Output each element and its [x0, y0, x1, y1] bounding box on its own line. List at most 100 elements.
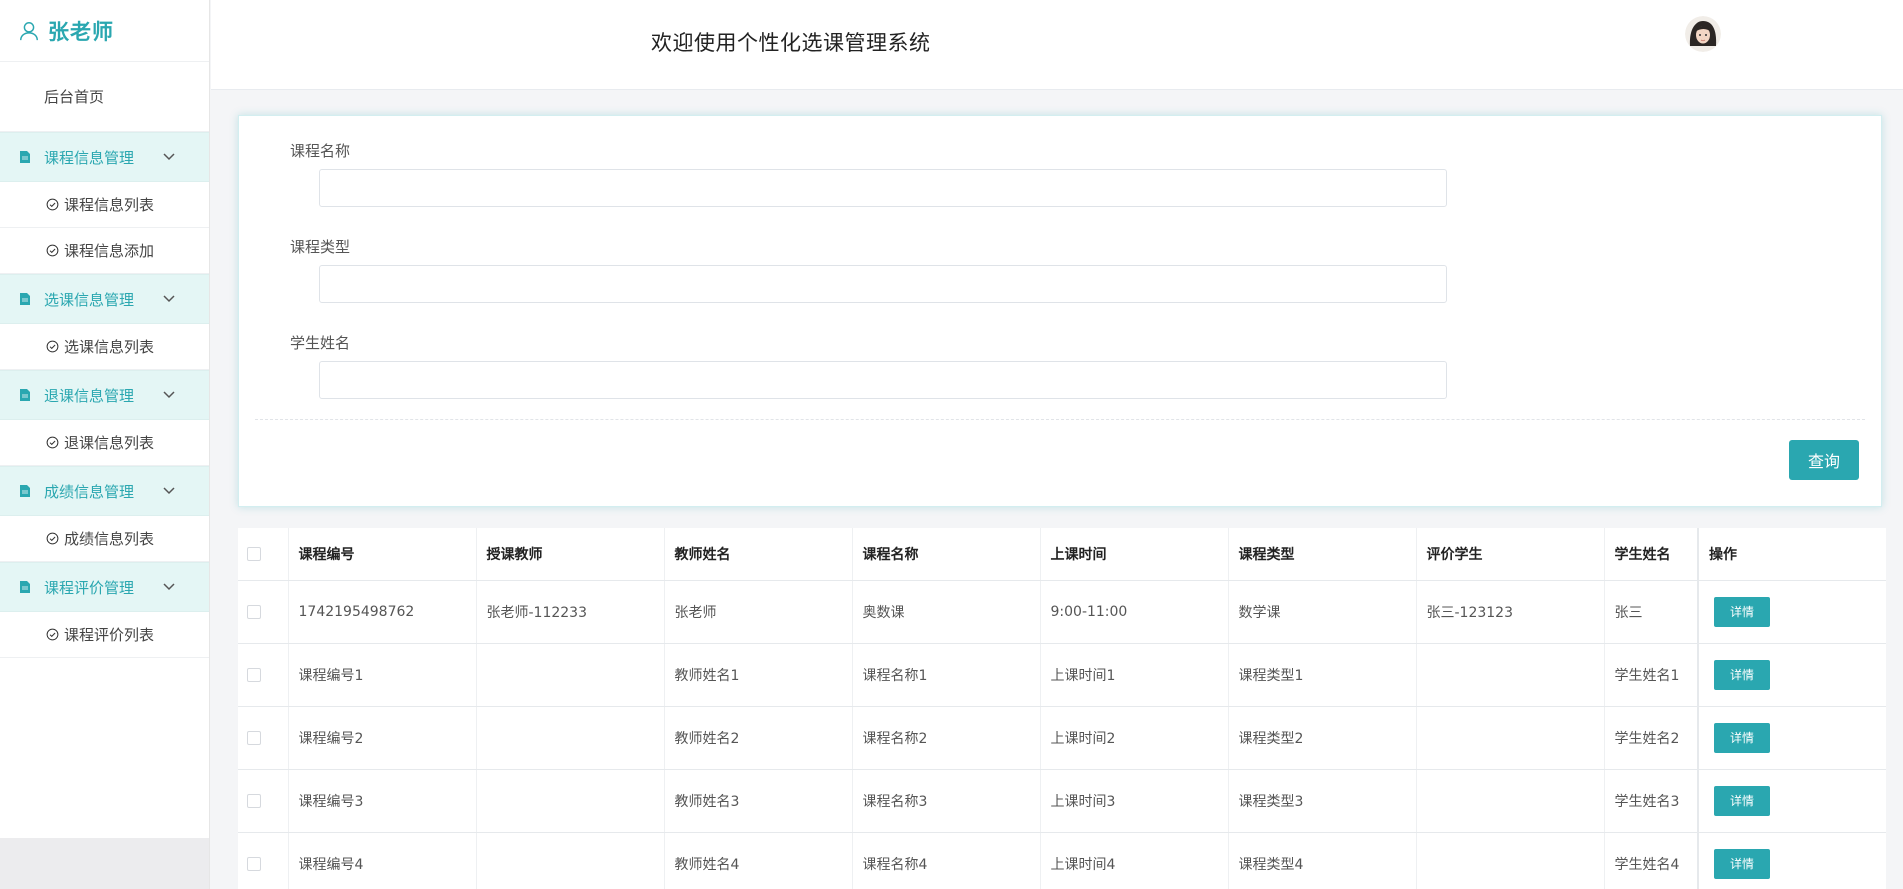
sidebar-menu: 张老师 后台首页 课程信息管理 课程信息列表 课程信息添加 选课信息管理 选课信… — [0, 0, 209, 838]
cell-teacher: 张老师-112233 — [476, 580, 665, 644]
menu-group-head-withdraw[interactable]: 退课信息管理 — [0, 370, 209, 420]
cell-course-type: 课程类型1 — [1228, 643, 1417, 707]
avatar-image — [1685, 16, 1721, 52]
sidebar-item-withdraw-list[interactable]: 退课信息列表 — [0, 420, 209, 466]
cell-class-time: 上课时间3 — [1040, 769, 1229, 833]
cell-actions: 详情 — [1697, 580, 1886, 644]
divider — [255, 419, 1865, 420]
brand: 张老师 — [0, 0, 209, 62]
cell-course-name: 课程名称3 — [852, 769, 1041, 833]
row-select-cell — [238, 580, 289, 644]
menu-group-head-grades[interactable]: 成绩信息管理 — [0, 466, 209, 516]
cell-teacher — [476, 832, 665, 889]
check-circle-icon — [46, 532, 59, 545]
sidebar-item-course-list[interactable]: 课程信息列表 — [0, 182, 209, 228]
cell-student-name: 学生姓名4 — [1604, 832, 1699, 889]
cell-teacher-name: 教师姓名2 — [664, 706, 853, 770]
menu-group-label: 课程评价管理 — [44, 578, 135, 597]
cell-teacher-name: 张老师 — [664, 580, 853, 644]
student-name-label: 学生姓名 — [290, 334, 351, 352]
cell-course-type: 课程类型4 — [1228, 832, 1417, 889]
menu-group-label: 选课信息管理 — [44, 290, 135, 309]
check-circle-icon — [46, 244, 59, 257]
menu-group-head-course[interactable]: 课程信息管理 — [0, 132, 209, 182]
course-type-input[interactable] — [319, 265, 1447, 303]
sidebar-item-label: 课程评价列表 — [64, 626, 155, 644]
menu-group-head-evaluation[interactable]: 课程评价管理 — [0, 562, 209, 612]
cell-class-time: 9:00-11:00 — [1040, 580, 1229, 644]
sidebar: 张老师 后台首页 课程信息管理 课程信息列表 课程信息添加 选课信息管理 选课信… — [0, 0, 210, 889]
sidebar-item-label: 课程信息添加 — [64, 242, 155, 260]
cell-class-time: 上课时间2 — [1040, 706, 1229, 770]
column-header: 操作 — [1697, 528, 1886, 581]
sidebar-item-label: 成绩信息列表 — [64, 530, 155, 548]
detail-button[interactable]: 详情 — [1714, 848, 1770, 879]
sidebar-item-grades-list[interactable]: 成绩信息列表 — [0, 516, 209, 562]
column-header: 上课时间 — [1040, 528, 1229, 581]
column-header: 教师姓名 — [664, 528, 853, 581]
sidebar-item-home[interactable]: 后台首页 — [0, 62, 209, 132]
chevron-down-icon — [163, 583, 175, 591]
table-row: 课程编号4 教师姓名4 课程名称4 上课时间4 课程类型4 学生姓名4 详情 — [238, 832, 1886, 889]
query-button[interactable]: 查询 — [1789, 440, 1859, 480]
cell-course-type: 数学课 — [1228, 580, 1417, 644]
cell-course-id: 1742195498762 — [288, 580, 477, 644]
cell-course-id: 课程编号3 — [288, 769, 477, 833]
cell-student-name: 学生姓名1 — [1604, 643, 1699, 707]
cell-evaluating-student — [1416, 643, 1605, 707]
row-checkbox[interactable] — [247, 793, 261, 808]
row-checkbox[interactable] — [247, 856, 261, 871]
chevron-down-icon — [163, 391, 175, 399]
cell-course-name: 课程名称1 — [852, 643, 1041, 707]
select-all-cell — [238, 528, 289, 581]
chevron-down-icon — [163, 153, 175, 161]
document-icon — [20, 389, 30, 401]
table-row: 课程编号1 教师姓名1 课程名称1 上课时间1 课程类型1 学生姓名1 详情 — [238, 643, 1886, 707]
row-select-cell — [238, 643, 289, 707]
cell-course-id: 课程编号2 — [288, 706, 477, 770]
sidebar-item-selection-list[interactable]: 选课信息列表 — [0, 324, 209, 370]
chevron-down-icon — [163, 487, 175, 495]
row-select-cell — [238, 706, 289, 770]
header: 欢迎使用个性化选课管理系统 — [211, 0, 1903, 90]
cell-evaluating-student: 张三-123123 — [1416, 580, 1605, 644]
document-icon — [20, 293, 30, 305]
menu-group-label: 成绩信息管理 — [44, 482, 135, 501]
course-name-input[interactable] — [319, 169, 1447, 207]
detail-button[interactable]: 详情 — [1714, 596, 1770, 627]
cell-student-name: 张三 — [1604, 580, 1699, 644]
column-header: 授课教师 — [476, 528, 665, 581]
menu-group-grades: 成绩信息管理 成绩信息列表 — [0, 466, 209, 562]
cell-teacher-name: 教师姓名1 — [664, 643, 853, 707]
page-title: 欢迎使用个性化选课管理系统 — [651, 31, 931, 55]
menu-group-evaluation: 课程评价管理 课程评价列表 — [0, 562, 209, 658]
sidebar-item-course-add[interactable]: 课程信息添加 — [0, 228, 209, 274]
cell-class-time: 上课时间1 — [1040, 643, 1229, 707]
cell-teacher-name: 教师姓名3 — [664, 769, 853, 833]
cell-student-name: 学生姓名3 — [1604, 769, 1699, 833]
cell-course-type: 课程类型2 — [1228, 706, 1417, 770]
select-all-checkbox[interactable] — [247, 546, 261, 561]
row-checkbox[interactable] — [247, 730, 261, 745]
row-checkbox[interactable] — [247, 667, 261, 682]
avatar[interactable] — [1685, 16, 1721, 52]
detail-button[interactable]: 详情 — [1714, 659, 1770, 690]
sidebar-item-evaluation-list[interactable]: 课程评价列表 — [0, 612, 209, 658]
row-checkbox[interactable] — [247, 604, 261, 619]
student-name-input[interactable] — [319, 361, 1447, 399]
sidebar-item-label: 选课信息列表 — [64, 338, 155, 356]
column-header: 课程名称 — [852, 528, 1041, 581]
cell-course-type: 课程类型3 — [1228, 769, 1417, 833]
menu-group-head-selection[interactable]: 选课信息管理 — [0, 274, 209, 324]
detail-button[interactable]: 详情 — [1714, 722, 1770, 753]
cell-actions: 详情 — [1697, 769, 1886, 833]
table-row: 课程编号3 教师姓名3 课程名称3 上课时间3 课程类型3 学生姓名3 详情 — [238, 769, 1886, 833]
row-select-cell — [238, 832, 289, 889]
menu-group-course: 课程信息管理 课程信息列表 课程信息添加 — [0, 132, 209, 274]
data-table: 课程编号 授课教师 教师姓名 课程名称 上课时间 课程类型 评价学生 学生姓名 … — [238, 528, 1886, 889]
table-header-row: 课程编号 授课教师 教师姓名 课程名称 上课时间 课程类型 评价学生 学生姓名 … — [238, 528, 1886, 581]
menu-group-withdraw: 退课信息管理 退课信息列表 — [0, 370, 209, 466]
detail-button[interactable]: 详情 — [1714, 785, 1770, 816]
cell-course-name: 奥数课 — [852, 580, 1041, 644]
cell-course-name: 课程名称2 — [852, 706, 1041, 770]
